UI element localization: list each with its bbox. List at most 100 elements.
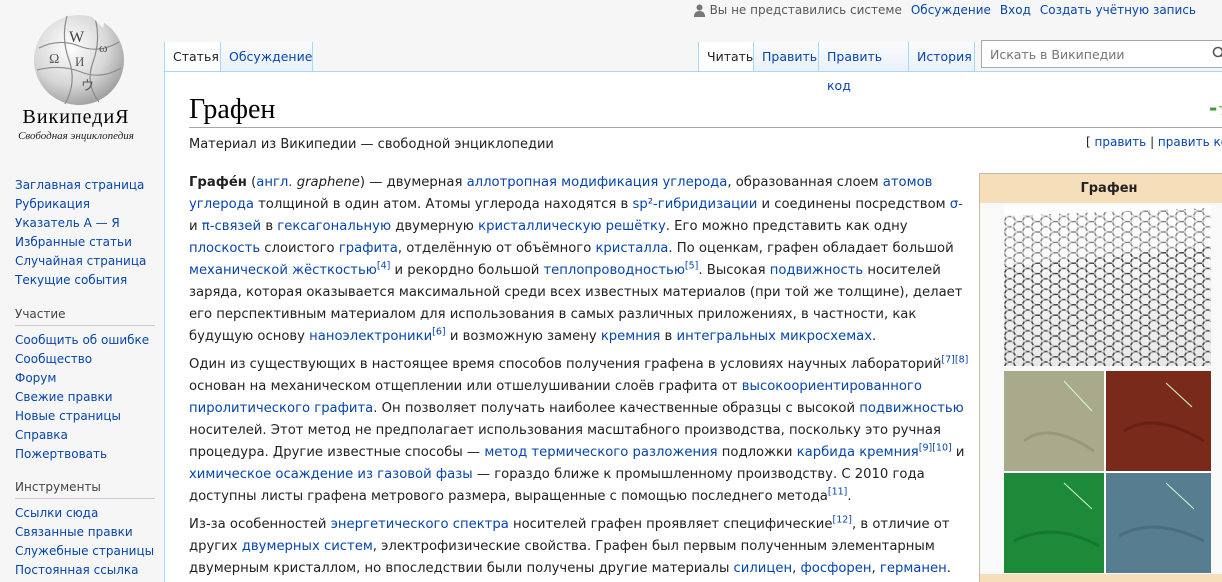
- link-pi-bonds[interactable]: π-связей: [202, 219, 261, 234]
- link-graphite[interactable]: графита: [339, 241, 398, 256]
- infobox-title: Графен: [980, 174, 1222, 203]
- link-phosphorene[interactable]: фосфорен: [800, 561, 871, 576]
- svg-text:ウ: ウ: [81, 78, 94, 93]
- graphene-micrograph-image[interactable]: [1004, 371, 1211, 573]
- text: Один из существующих в настоящее время с…: [189, 357, 942, 372]
- sidebar-item-what-links-here[interactable]: Ссылки сюда: [15, 504, 155, 523]
- infobox: Графен: [979, 173, 1222, 582]
- link-allotrope[interactable]: аллотропная модификация углерода: [467, 175, 728, 190]
- sidebar-item-help[interactable]: Справка: [15, 426, 155, 445]
- search-input[interactable]: [981, 40, 1222, 68]
- sidebar-item-featured[interactable]: Избранные статьи: [15, 233, 155, 252]
- citation-10[interactable]: [10]: [932, 443, 952, 454]
- sidebar-item-report-error[interactable]: Сообщить об ошибке: [15, 331, 155, 350]
- link-silicon[interactable]: кремния: [601, 329, 661, 344]
- sidebar-item-permanent-link[interactable]: Постоянная ссылка: [15, 561, 155, 580]
- personal-talk-link[interactable]: Обсуждение: [911, 2, 991, 18]
- nav-heading-participation[interactable]: Участие: [15, 306, 155, 326]
- citation-12[interactable]: [12]: [832, 515, 852, 526]
- site-tagline: Материал из Википедии — свободной энцикл…: [189, 137, 554, 152]
- text: ,: [871, 561, 880, 576]
- wikipedia-logo[interactable]: W Ω И ω ウ ВикипедиЯ Свободная энциклопед…: [0, 0, 160, 160]
- search-icon[interactable]: [1212, 46, 1222, 60]
- tab-discussion[interactable]: Обсуждение: [221, 42, 313, 71]
- logo-wordmark: ВикипедиЯ: [22, 106, 130, 128]
- citation-5[interactable]: [5]: [685, 261, 698, 272]
- link-cvd[interactable]: химическое осаждение из газовой фазы: [189, 467, 473, 482]
- edit-source-link[interactable]: править код: [1158, 135, 1222, 149]
- article-paragraph-3: Из-за особенностей энергетического спект…: [189, 514, 972, 580]
- svg-text:И: И: [75, 54, 84, 69]
- svg-text:Ω: Ω: [49, 52, 59, 67]
- text: в: [261, 219, 278, 234]
- citation-4[interactable]: [4]: [377, 261, 390, 272]
- sidebar-item-current-events[interactable]: Текущие события: [15, 271, 155, 290]
- svg-text:W: W: [69, 29, 85, 46]
- text: . Его можно представить как одну: [665, 219, 908, 234]
- tab-article[interactable]: Статья: [165, 42, 221, 71]
- sidebar-item-index[interactable]: Указатель А — Я: [15, 214, 155, 233]
- featured-star-icon: -☆: [1209, 96, 1222, 120]
- tab-history[interactable]: История: [909, 42, 975, 71]
- link-hexagonal[interactable]: гексагональную: [277, 219, 391, 234]
- personal-tools: Вы не представились системе Обсуждение В…: [693, 2, 1196, 18]
- text: слоистого: [260, 241, 339, 256]
- link-nanoelectronics[interactable]: наноэлектроники: [309, 329, 432, 344]
- graphene-lattice-image[interactable]: [1004, 206, 1211, 366]
- link-crystal-lattice[interactable]: кристаллическую решётку: [478, 219, 666, 234]
- text: и рекордно большой: [390, 263, 544, 278]
- citation-8[interactable]: [8]: [955, 355, 968, 366]
- link-mobility[interactable]: подвижность: [770, 263, 863, 278]
- section-edit-links: [ править | править код ]: [1086, 135, 1222, 149]
- tab-edit-source[interactable]: Править код: [819, 42, 909, 93]
- tab-read[interactable]: Читать: [698, 42, 754, 71]
- user-icon: [693, 4, 705, 17]
- link-mobility-2[interactable]: подвижностью: [859, 401, 964, 416]
- sidebar-item-forum[interactable]: Форум: [15, 369, 155, 388]
- link-crystal[interactable]: кристалла: [595, 241, 668, 256]
- tab-edit[interactable]: Править: [754, 42, 819, 71]
- article-paragraph-1: Графе́н (англ. graphene) — двумерная алл…: [189, 172, 972, 348]
- create-account-link[interactable]: Создать учётную запись: [1040, 2, 1196, 18]
- link-plane[interactable]: плоскость: [189, 241, 260, 256]
- link-sp2[interactable]: sp²-гибридизации: [633, 197, 758, 212]
- nav-tools: Инструменты Ссылки сюда Связанные правки…: [15, 479, 155, 580]
- link-stiffness[interactable]: механической жёсткостью: [189, 263, 377, 278]
- sidebar-item-categories[interactable]: Рубрикация: [15, 195, 155, 214]
- sidebar-item-recent-changes[interactable]: Свежие правки: [15, 388, 155, 407]
- page-title: Графен: [189, 94, 276, 125]
- sidebar-item-special-pages[interactable]: Служебные страницы: [15, 542, 155, 561]
- link-integrated-circuits[interactable]: интегральных микросхемах: [677, 329, 873, 344]
- article-paragraph-2: Один из существующих в настоящее время с…: [189, 354, 972, 508]
- article-body: Графе́н (англ. graphene) — двумерная алл…: [189, 172, 972, 582]
- text: в: [660, 329, 677, 344]
- link-english[interactable]: англ.: [256, 175, 292, 190]
- link-thermal-conductivity[interactable]: теплопроводностью: [543, 263, 684, 278]
- citation-9[interactable]: [9]: [919, 443, 932, 454]
- citation-7[interactable]: [7]: [941, 355, 954, 366]
- sidebar-item-new-pages[interactable]: Новые страницы: [15, 407, 155, 426]
- title-divider: [189, 127, 1222, 128]
- sidebar-item-random[interactable]: Случайная страница: [15, 252, 155, 271]
- sidebar-item-community[interactable]: Сообщество: [15, 350, 155, 369]
- link-sigma[interactable]: σ-: [950, 197, 963, 212]
- sidebar-item-related-changes[interactable]: Связанные правки: [15, 523, 155, 542]
- text: .: [847, 489, 852, 504]
- text: . Высокая: [698, 263, 770, 278]
- edit-link[interactable]: править: [1095, 135, 1147, 149]
- text: основан на механическом отщеплении или о…: [189, 379, 742, 394]
- nav-heading-tools[interactable]: Инструменты: [15, 479, 155, 499]
- link-energy-spectrum[interactable]: энергетического спектра: [331, 517, 509, 532]
- link-silicene[interactable]: силицен: [734, 561, 793, 576]
- link-2d-systems[interactable]: двумерных систем: [242, 539, 373, 554]
- link-silicon-carbide[interactable]: карбида кремния: [797, 445, 919, 460]
- link-thermal-decomposition[interactable]: метод термического разложения: [484, 445, 717, 460]
- login-link[interactable]: Вход: [1000, 2, 1031, 18]
- sidebar-item-main-page[interactable]: Заглавная страница: [15, 176, 155, 195]
- link-germanene[interactable]: германен: [880, 561, 947, 576]
- citation-6[interactable]: [6]: [432, 327, 445, 338]
- sidebar-item-donate[interactable]: Пожертвовать: [15, 445, 155, 464]
- text: двумерную: [391, 219, 479, 234]
- svg-text:ω: ω: [99, 40, 108, 55]
- citation-11[interactable]: [11]: [828, 487, 848, 498]
